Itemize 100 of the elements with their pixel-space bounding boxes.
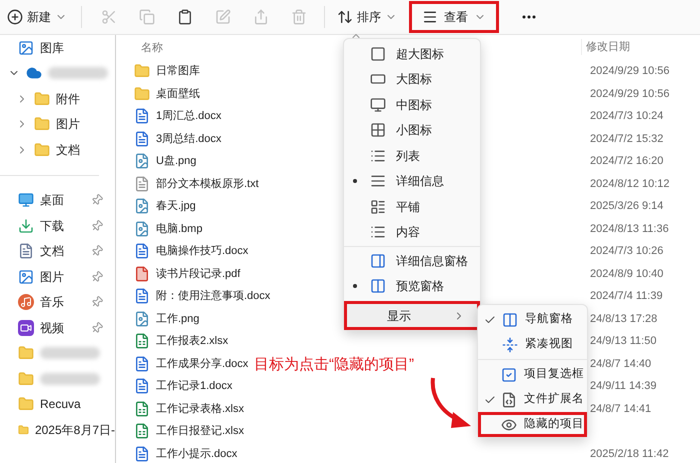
file-name[interactable]: 工作报表2.xlsx <box>156 333 228 350</box>
view-option[interactable]: 列表 <box>344 143 480 168</box>
view-option[interactable]: 小图标 <box>344 118 480 143</box>
file-name[interactable]: U盘.png <box>156 153 196 170</box>
nav-item[interactable]: 下载 <box>40 216 64 235</box>
spreadsheet-icon <box>134 400 150 417</box>
nav-item[interactable]: Recuva <box>40 395 81 414</box>
file-name[interactable]: 部分文本模板原形.txt <box>156 176 259 192</box>
view-option[interactable]: 预览窗格 <box>344 274 480 299</box>
nav-item[interactable]: 桌面 <box>40 191 64 210</box>
view-option[interactable]: 超大图标 <box>344 41 480 66</box>
view-option[interactable]: 平铺 <box>344 194 480 220</box>
nav-item[interactable]: 附件 <box>56 90 80 108</box>
checkbox-icon <box>501 366 518 382</box>
file-name[interactable]: 工作成果分享.docx <box>156 356 248 372</box>
navigation-pane-icon <box>502 312 518 328</box>
modified-date: 24/8/7 14:41 <box>590 402 652 416</box>
view-option[interactable]: 详细信息窗格 <box>344 248 480 274</box>
file-name[interactable]: 桌面壁纸 <box>156 86 200 102</box>
modified-date: 24/8/13 17:28 <box>590 312 658 326</box>
folder-icon <box>34 116 50 132</box>
extra-large-icons-icon <box>370 46 386 62</box>
file-name[interactable]: 电脑.bmp <box>156 220 202 237</box>
annotation-text: 目标为点击“隐藏的项目” <box>254 355 414 375</box>
folder-icon <box>134 63 150 80</box>
file-name[interactable]: 工作.png <box>156 310 200 327</box>
sort-button[interactable]: 排序 <box>331 3 403 31</box>
modified-date: 2024/7/2 15:32 <box>590 132 664 146</box>
file-name[interactable]: 工作日报登记.xlsx <box>156 423 244 440</box>
show-option[interactable]: 导航窗格 <box>478 307 587 332</box>
video-icon <box>18 320 34 336</box>
spreadsheet-icon <box>134 423 150 440</box>
show-option[interactable]: 隐藏的项目 <box>478 412 587 437</box>
view-option[interactable]: 中图标 <box>344 92 480 118</box>
desktop-icon <box>18 192 34 208</box>
nav-item[interactable]: 视频 <box>40 318 64 337</box>
show-option[interactable]: 紧凑视图 <box>478 332 587 357</box>
show-menu-item[interactable]: 显示 <box>344 301 480 330</box>
folder-icon <box>134 86 150 102</box>
nav-item[interactable]: 图库 <box>40 38 64 57</box>
details-icon <box>370 173 386 190</box>
file-name[interactable]: 1周汇总.docx <box>156 108 222 124</box>
details-pane-icon <box>370 252 386 269</box>
view-option[interactable]: 内容 <box>344 220 480 245</box>
menu-icon <box>422 9 438 25</box>
modified-date: 2025/3/26 9:14 <box>590 199 664 214</box>
folder-icon <box>18 396 34 412</box>
word-document-icon <box>134 378 150 394</box>
new-button[interactable]: 新建 <box>5 3 69 31</box>
modified-date: 24/9/11 14:39 <box>590 379 656 394</box>
file-name[interactable]: 3周总结.docx <box>156 130 222 147</box>
plus-icon <box>7 9 23 25</box>
medium-icons-icon <box>370 96 386 113</box>
folder-icon <box>18 345 34 362</box>
file-name[interactable]: 工作小提示.docx <box>156 446 238 462</box>
image-file-icon <box>134 153 150 170</box>
document-icon <box>18 243 34 260</box>
file-name[interactable]: 工作记录表格.xlsx <box>156 400 244 417</box>
file-name[interactable]: 春天.jpg <box>156 198 196 214</box>
compact-view-icon <box>502 336 518 352</box>
copy-icon <box>139 9 155 25</box>
nav-item[interactable]: 音乐 <box>40 293 64 312</box>
file-name[interactable]: 工作记录1.docx <box>156 378 232 394</box>
file-name[interactable]: 读书片段记录.pdf <box>156 266 240 282</box>
nav-item[interactable]: 文档 <box>56 140 80 159</box>
column-header[interactable]: 修改日期 <box>581 38 630 56</box>
file-name[interactable]: 日常图库 <box>156 63 200 80</box>
view-button[interactable]: 查看 <box>409 1 499 33</box>
cut-icon <box>101 9 117 25</box>
view-option[interactable]: 详细信息 <box>344 168 480 194</box>
delete-icon <box>291 9 307 25</box>
file-name[interactable]: 电脑操作技巧.docx <box>156 243 248 260</box>
file-name[interactable]: 附：使用注意事项.docx <box>156 288 270 304</box>
modified-date: 2024/8/13 11:36 <box>590 222 669 236</box>
list-icon <box>370 148 386 164</box>
music-icon <box>18 294 34 310</box>
cloud-icon <box>26 65 42 82</box>
gallery-icon <box>18 40 34 56</box>
word-document-icon <box>134 288 150 304</box>
more-icon <box>522 15 536 19</box>
modified-date: 2024/8/12 10:12 <box>590 176 670 192</box>
nav-item[interactable]: 图片 <box>40 268 64 286</box>
folder-icon <box>18 370 34 387</box>
hidden-items-icon <box>501 416 518 432</box>
modified-date: 2024/8/9 10:40 <box>590 266 664 282</box>
pdf-file-icon <box>134 266 150 282</box>
folder-icon <box>34 90 50 107</box>
show-option[interactable]: 项目复选框 <box>478 362 587 387</box>
spreadsheet-icon <box>134 333 150 350</box>
nav-item[interactable]: 文档 <box>40 242 64 260</box>
view-option[interactable]: 大图标 <box>344 66 480 92</box>
nav-item[interactable]: 图片 <box>56 115 80 134</box>
nav-item[interactable]: 2025年8月7日- <box>34 420 115 439</box>
picture-icon <box>18 268 34 285</box>
column-header[interactable]: 名称 <box>141 42 163 54</box>
modified-date: 24/9/13 11:50 <box>590 334 656 349</box>
show-option[interactable]: 文件扩展名 <box>478 387 587 412</box>
word-document-icon <box>134 243 150 260</box>
modified-date: 2024/7/3 10:26 <box>590 244 664 259</box>
modified-date: 2024/7/4 11:39 <box>590 289 663 304</box>
